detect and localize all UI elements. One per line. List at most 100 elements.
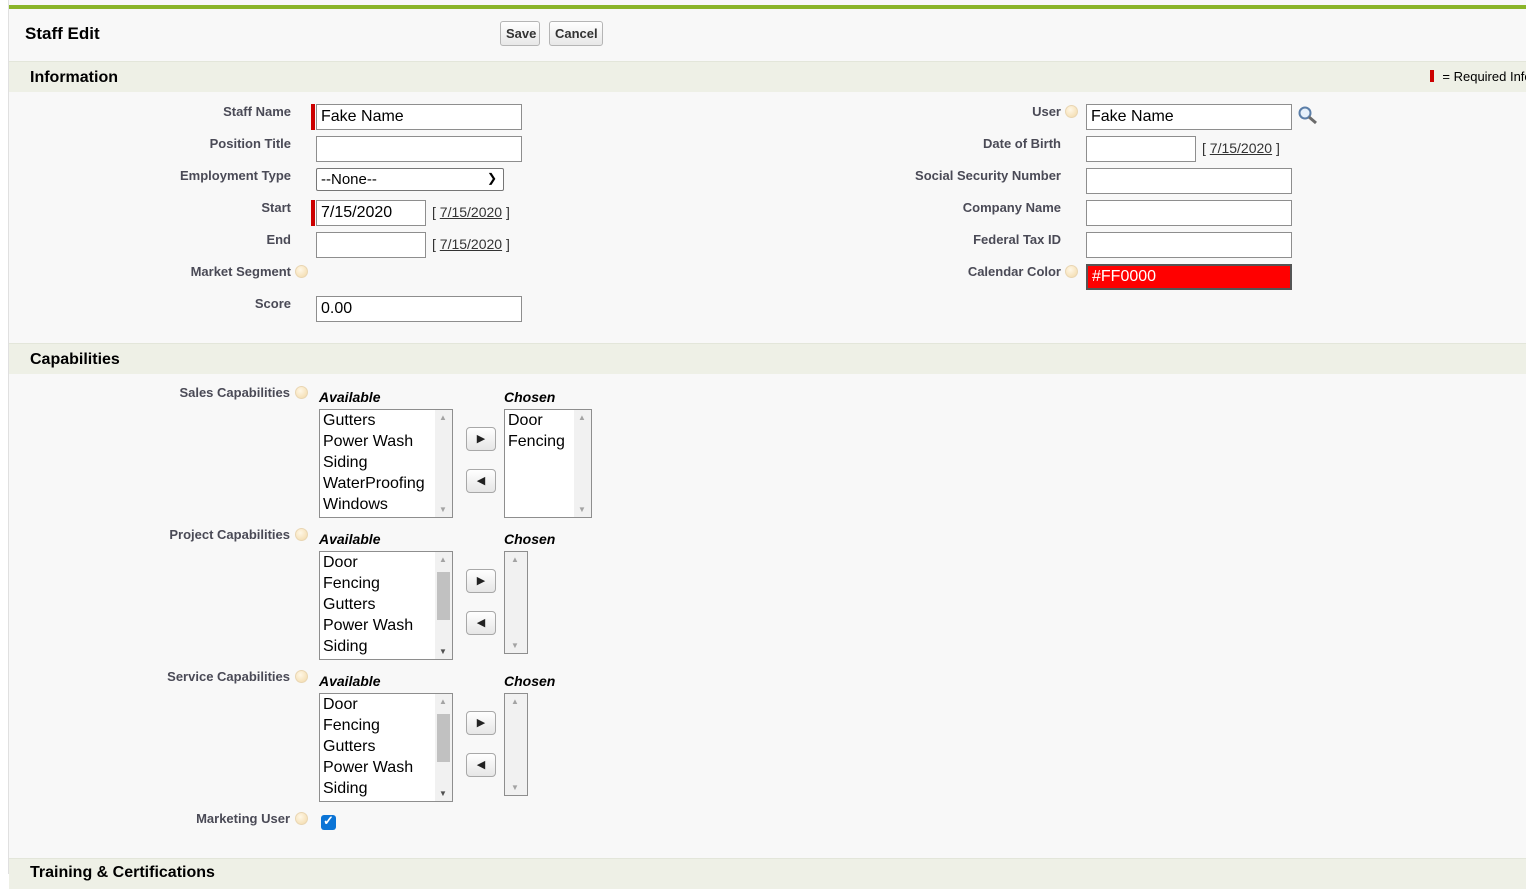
- scroll-up-icon[interactable]: ▲: [578, 413, 586, 422]
- add-arrow-button[interactable]: ▶: [466, 569, 496, 593]
- remove-arrow-button[interactable]: ◀: [466, 611, 496, 635]
- project-available-listbox[interactable]: Door Fencing Gutters Power Wash Siding ▲…: [319, 551, 453, 660]
- page-header: [9, 9, 1526, 61]
- service-chosen-listbox[interactable]: ▲ ▼: [504, 693, 528, 796]
- section-title-training: Training & Certifications: [30, 864, 215, 881]
- page-title: Staff Edit: [25, 24, 100, 43]
- label-ssn: Social Security Number: [915, 168, 1061, 183]
- label-user: User: [1032, 104, 1061, 119]
- add-arrow-button[interactable]: ▶: [466, 711, 496, 735]
- dob-today-link[interactable]: 7/15/2020: [1210, 140, 1272, 156]
- help-icon[interactable]: [295, 670, 308, 683]
- required-legend: = Required Information: [1430, 69, 1526, 84]
- list-item[interactable]: Windows: [320, 494, 452, 515]
- scrollbar[interactable]: ▲ ▼: [505, 694, 527, 795]
- list-item[interactable]: Siding: [320, 636, 452, 657]
- chosen-heading: Chosen: [504, 673, 556, 689]
- label-company-name: Company Name: [962, 200, 1061, 215]
- section-information: Information = Required Information: [9, 61, 1526, 92]
- label-marketing-user: Marketing User: [196, 811, 290, 826]
- scroll-up-icon[interactable]: ▲: [439, 413, 447, 422]
- help-icon[interactable]: [295, 528, 308, 541]
- scroll-up-icon[interactable]: ▲: [511, 697, 519, 706]
- scroll-down-icon[interactable]: ▼: [511, 783, 519, 792]
- project-chosen-listbox[interactable]: ▲ ▼: [504, 551, 528, 654]
- scroll-up-icon[interactable]: ▲: [511, 555, 519, 564]
- label-start: Start: [261, 200, 291, 215]
- federal-tax-id-input[interactable]: [1086, 232, 1292, 258]
- calendar-color-input[interactable]: [1086, 264, 1292, 290]
- scrollbar-thumb[interactable]: [437, 572, 450, 620]
- scroll-down-icon[interactable]: ▼: [439, 647, 447, 656]
- employment-type-select[interactable]: --None-- ❯: [316, 168, 504, 191]
- remove-arrow-button[interactable]: ◀: [466, 469, 496, 493]
- position-title-input[interactable]: [316, 136, 522, 162]
- list-item[interactable]: Gutters: [320, 594, 452, 615]
- end-date-input[interactable]: [316, 232, 426, 258]
- scroll-down-icon[interactable]: ▼: [439, 789, 447, 798]
- scrollbar[interactable]: ▲ ▼: [435, 410, 452, 517]
- start-date-input[interactable]: [316, 200, 426, 226]
- list-item[interactable]: Siding: [320, 452, 452, 473]
- available-heading: Available: [319, 389, 381, 405]
- add-arrow-button[interactable]: ▶: [466, 427, 496, 451]
- remove-arrow-button[interactable]: ◀: [466, 753, 496, 777]
- label-calendar-color: Calendar Color: [967, 264, 1061, 279]
- date-of-birth-input[interactable]: [1086, 136, 1196, 162]
- chosen-heading: Chosen: [504, 531, 556, 547]
- start-date-shortcut: [ 7/15/2020 ]: [432, 204, 510, 220]
- user-input[interactable]: [1086, 104, 1292, 130]
- label-employment-type: Employment Type: [179, 168, 291, 183]
- cancel-button[interactable]: Cancel: [549, 21, 603, 46]
- help-icon[interactable]: [1065, 265, 1078, 278]
- list-item[interactable]: Power Wash: [320, 615, 452, 636]
- sales-chosen-listbox[interactable]: Door Fencing ▲ ▼: [504, 409, 592, 518]
- section-capabilities: Capabilities: [9, 343, 1526, 374]
- available-heading: Available: [319, 531, 381, 547]
- list-item[interactable]: Power Wash: [320, 757, 452, 778]
- list-item[interactable]: Gutters: [320, 736, 452, 757]
- help-icon[interactable]: [295, 812, 308, 825]
- save-button[interactable]: Save: [500, 21, 540, 46]
- scrollbar-thumb[interactable]: [437, 714, 450, 762]
- scroll-down-icon[interactable]: ▼: [511, 641, 519, 650]
- sales-available-listbox[interactable]: Gutters Power Wash Siding WaterProofing …: [319, 409, 453, 518]
- list-item[interactable]: Fencing: [320, 573, 452, 594]
- label-service-capabilities: Service Capabilities: [167, 669, 290, 684]
- staff-edit-page: Staff Edit Save Cancel Information = Req…: [8, 0, 1526, 889]
- label-position-title: Position Title: [209, 136, 291, 151]
- list-item[interactable]: Siding: [320, 778, 452, 799]
- list-item[interactable]: Fencing: [320, 715, 452, 736]
- checkmark-icon: ✓: [323, 813, 334, 828]
- staff-name-input[interactable]: [316, 104, 522, 130]
- help-icon[interactable]: [295, 386, 308, 399]
- chosen-heading: Chosen: [504, 389, 556, 405]
- label-end: End: [266, 232, 291, 247]
- company-name-input[interactable]: [1086, 200, 1292, 226]
- start-today-link[interactable]: 7/15/2020: [440, 204, 502, 220]
- scrollbar[interactable]: ▲ ▼: [435, 694, 452, 801]
- end-today-link[interactable]: 7/15/2020: [440, 236, 502, 252]
- list-item[interactable]: Gutters: [320, 410, 452, 431]
- help-icon[interactable]: [295, 265, 308, 278]
- scrollbar[interactable]: ▲ ▼: [574, 410, 591, 517]
- list-item[interactable]: WaterProofing: [320, 473, 452, 494]
- scroll-down-icon[interactable]: ▼: [578, 505, 586, 514]
- service-available-listbox[interactable]: Door Fencing Gutters Power Wash Siding ▲…: [319, 693, 453, 802]
- scrollbar[interactable]: ▲ ▼: [505, 552, 527, 653]
- lookup-search-icon[interactable]: [1297, 105, 1319, 125]
- scroll-up-icon[interactable]: ▲: [439, 697, 447, 706]
- list-item[interactable]: Door: [320, 552, 452, 573]
- list-item[interactable]: Power Wash: [320, 431, 452, 452]
- list-item[interactable]: Door: [320, 694, 452, 715]
- scroll-up-icon[interactable]: ▲: [439, 555, 447, 564]
- dob-date-shortcut: [ 7/15/2020 ]: [1202, 140, 1280, 156]
- help-icon[interactable]: [1065, 105, 1078, 118]
- required-marker: [311, 200, 315, 226]
- scrollbar[interactable]: ▲ ▼: [435, 552, 452, 659]
- scroll-down-icon[interactable]: ▼: [439, 505, 447, 514]
- ssn-input[interactable]: [1086, 168, 1292, 194]
- score-input[interactable]: [316, 296, 522, 322]
- label-federal-tax-id: Federal Tax ID: [973, 232, 1061, 247]
- marketing-user-checkbox[interactable]: ✓: [321, 813, 336, 830]
